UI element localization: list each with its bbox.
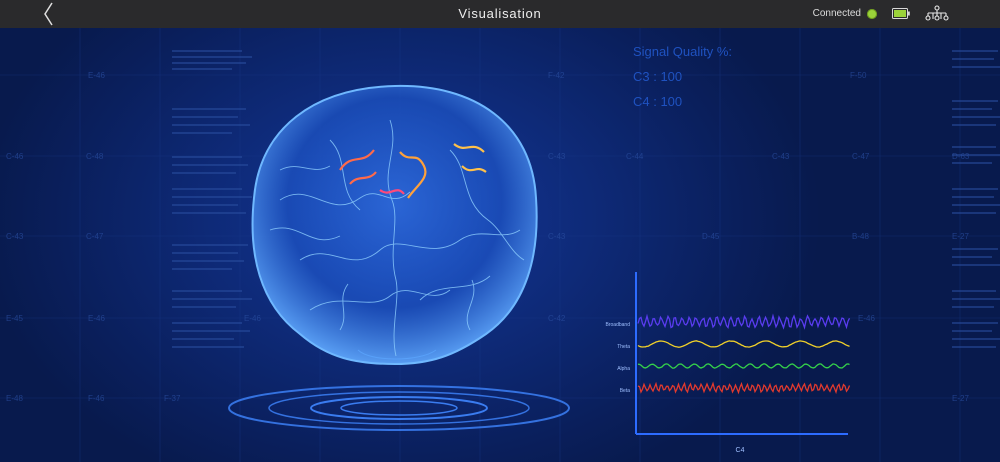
grid-label: F-37 <box>164 394 181 403</box>
connection-status-label: Connected <box>812 8 861 19</box>
grid-label: C-43 <box>6 232 24 241</box>
signal-quality-c4: C4 : 100 <box>633 94 683 109</box>
grid-label: C-43 <box>548 152 566 161</box>
grid-label: E-46 <box>88 314 105 323</box>
grid-label: C-44 <box>626 152 644 161</box>
grid-label: C-47 <box>852 152 870 161</box>
alpha-waveform <box>637 363 850 369</box>
beta-waveform <box>637 381 851 395</box>
grid-label: E-27 <box>952 394 969 403</box>
visualisation-stage: E-46 F-42 F-50 C-46 C-48 C-43 C-44 C-43 … <box>0 28 1000 462</box>
network-tree-icon[interactable] <box>924 5 950 23</box>
grid-label: E-45 <box>6 314 23 323</box>
grid-label: C-43 <box>548 232 566 241</box>
grid-label: C-47 <box>86 232 104 241</box>
band-label-alpha: Alpha <box>617 366 630 372</box>
grid-label: B-48 <box>852 232 869 241</box>
grid-label: E-46 <box>88 71 105 80</box>
broadband-waveform <box>637 313 851 330</box>
grid-label: F-50 <box>850 71 867 80</box>
grid-label: C-42 <box>548 314 566 323</box>
grid-label: D-63 <box>952 152 970 161</box>
signal-quality-panel: Signal Quality %: C3 : 100 C4 : 100 <box>633 44 732 119</box>
grid-label: C-43 <box>772 152 790 161</box>
eeg-band-chart: Broadband Theta Alpha Beta C4 <box>606 272 851 454</box>
battery-icon <box>892 8 910 19</box>
band-label-broadband: Broadband <box>606 322 631 328</box>
hologram-platform <box>228 385 570 431</box>
signal-quality-c3: C3 : 100 <box>633 69 683 84</box>
band-label-theta: Theta <box>617 344 630 350</box>
grid-label: E-46 <box>858 314 875 323</box>
grid-label: C-46 <box>6 152 24 161</box>
top-bar: Visualisation Connected <box>0 0 1000 28</box>
grid-label: E-48 <box>6 394 23 403</box>
signal-quality-title: Signal Quality %: <box>633 44 732 59</box>
grid-label: F-42 <box>548 71 565 80</box>
connection-status-indicator <box>867 9 877 19</box>
grid-label: F-46 <box>88 394 105 403</box>
eeg-channel-label: C4 <box>736 447 745 454</box>
theta-waveform <box>637 340 850 348</box>
grid-label: E-27 <box>952 232 969 241</box>
grid-label: C-48 <box>86 152 104 161</box>
grid-label: D-45 <box>702 232 720 241</box>
brain-visualisation <box>251 84 538 366</box>
band-label-beta: Beta <box>620 388 631 394</box>
